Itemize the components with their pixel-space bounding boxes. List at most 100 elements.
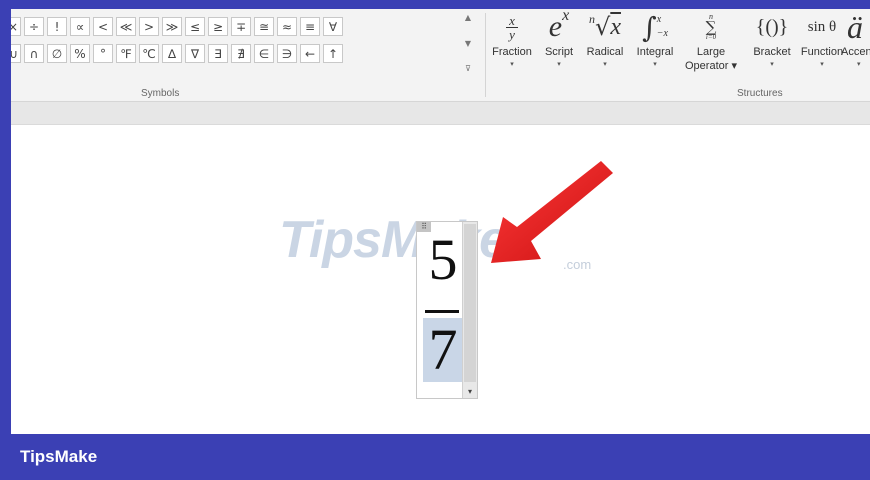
structures-group: x y Fraction ▾ ex Script ▾ n √ x Radical… [487,9,870,101]
fraction-icon-num: x [509,12,515,28]
large-operator-icon-sign: ∑ [705,18,717,36]
symbol-button[interactable]: ≤ [185,17,205,36]
fraction-denominator[interactable]: 7 [423,318,463,382]
group-divider [485,13,486,97]
integral-icon-lower: −x [656,28,668,39]
equation-box[interactable]: ⠿ 5 7 ▾ [416,221,478,399]
fraction-label: Fraction [492,46,532,58]
integral-button[interactable]: ∫ x −x Integral ▾ [631,9,679,87]
fraction-button[interactable]: x y Fraction ▾ [487,9,537,87]
chevron-down-icon: ▾ [820,60,824,68]
fraction-icon-den: y [509,26,515,42]
accent-icon-glyph: ä [847,9,863,45]
fraction-bar [425,310,459,313]
accent-icon: ä [841,9,863,45]
red-arrow-icon [491,161,613,263]
radical-icon-sign: √ [595,13,611,41]
large-operator-label: Large [696,46,726,58]
fraction-icon: x y [506,9,518,45]
script-label: Script [544,46,574,58]
script-icon-base: e [548,10,563,43]
symbol-button[interactable]: ≡ [300,17,320,36]
bracket-icon-glyph: {()} [755,15,789,38]
symbol-button[interactable]: ∪ [11,44,21,63]
symbols-gallery-scroll[interactable]: ▲ ▼ ⊽ [463,13,473,73]
symbol-button[interactable]: ∃ [208,44,228,63]
symbol-button[interactable]: ↑ [323,44,343,63]
integral-icon-sign: ∫ [642,10,657,44]
footer-bar: TipsMake [0,434,870,480]
scroll-down-icon[interactable]: ▼ [465,39,471,48]
equation-scrollbar[interactable]: ▾ [462,222,477,398]
script-button[interactable]: ex Script ▾ [539,9,579,87]
radical-icon-index: n [589,11,596,26]
function-icon-glyph: sin θ [807,18,837,35]
symbol-button[interactable]: ∩ [24,44,44,63]
symbols-row-2: ∪ ∩ ∅% ° ℉ ℃ ∆ ∇ ∃ ∄ ∈ ∋ ← ↑ [11,44,346,63]
equation-ribbon: × ÷! ∝ < ≪ > ≫ ≤ ≥ ∓ ≅ ≈ ≡ ∀ ∪ ∩ ∅% ° ℉ ℃ ∆ ∇ ∃ ∄ ∈ ∋ ← ↑ ▲ ▼ ⊽ Sy… [11,9,870,102]
function-button[interactable]: sin θ Function ▾ [797,9,847,87]
radical-label: Radical [586,46,624,58]
symbol-button[interactable]: ∀ [323,17,343,36]
accent-button[interactable]: ä Accen ▾ [841,9,870,87]
large-operator-icon-lower: i=0 [705,33,717,41]
equation-scroll-thumb[interactable] [464,224,476,382]
more-symbols-icon[interactable]: ⊽ [465,64,471,73]
footer-brand: TipsMake [20,447,98,466]
symbol-button[interactable]: % [70,44,90,63]
ruler-band [11,102,870,125]
large-operator-icon: n ∑ i=0 [706,9,717,45]
symbol-button[interactable]: ∄ [231,44,251,63]
function-icon: sin θ [808,9,836,45]
symbol-button[interactable]: ℃ [139,44,159,63]
symbol-button[interactable]: ∇ [185,44,205,63]
integral-label: Integral [636,46,674,58]
fraction-numerator[interactable]: 5 [423,228,463,292]
symbol-button[interactable]: ≅ [254,17,274,36]
large-operator-button[interactable]: n ∑ i=0 Large Operator ▾ [683,9,739,87]
symbol-button[interactable]: ∋ [277,44,297,63]
symbol-button[interactable]: ∈ [254,44,274,63]
chevron-down-icon: ▾ [557,60,561,68]
symbol-button[interactable]: ≪ [116,17,136,36]
chevron-down-icon: ▾ [653,60,657,68]
symbol-button[interactable]: ≫ [162,17,182,36]
symbol-button[interactable]: × [11,17,21,36]
scroll-up-icon[interactable]: ▲ [465,13,471,22]
script-icon: ex [549,9,569,45]
script-icon-sup: x [562,9,570,24]
symbol-button[interactable]: ≈ [277,17,297,36]
symbols-row-1: × ÷! ∝ < ≪ > ≫ ≤ ≥ ∓ ≅ ≈ ≡ ∀ [11,17,346,36]
radical-button[interactable]: n √ x Radical ▾ [581,9,629,87]
symbol-button[interactable]: < [93,17,113,36]
chevron-down-icon: ▾ [857,60,861,68]
integral-icon: ∫ x −x [642,9,668,45]
symbol-button[interactable]: ℉ [116,44,136,63]
symbol-button[interactable]: ∅ [47,44,67,63]
large-operator-label-2: Operator ▾ [685,60,737,72]
symbol-button[interactable]: > [139,17,159,36]
symbols-group: × ÷! ∝ < ≪ > ≫ ≤ ≥ ∓ ≅ ≈ ≡ ∀ ∪ ∩ ∅% ° ℉ ℃ ∆ ∇ ∃ ∄ ∈ ∋ ← ↑ ▲ ▼ ⊽ Sy… [11,9,485,101]
chevron-down-icon: ▾ [603,60,607,68]
bracket-label: Bracket [753,46,791,58]
symbol-button[interactable]: ∆ [162,44,182,63]
symbol-button[interactable]: ∓ [231,17,251,36]
radical-icon-body: x [610,13,621,40]
structures-group-label: Structures [737,88,783,99]
symbol-button[interactable]: ≥ [208,17,228,36]
chevron-down-icon: ▾ [770,60,774,68]
radical-icon: n √ x [589,9,621,45]
symbol-button[interactable]: ! [47,17,67,36]
bracket-icon: {()} [756,9,789,45]
symbol-button[interactable]: ← [300,44,320,63]
integral-icon-upper: x [656,14,662,25]
bracket-button[interactable]: {()} Bracket ▾ [749,9,795,87]
symbol-button[interactable]: ÷ [24,17,44,36]
symbol-button[interactable]: ∝ [70,17,90,36]
document-page[interactable]: TipsMake .com ⠿ 5 7 ▾ [11,125,870,434]
symbol-button[interactable]: ° [93,44,113,63]
equation-options-icon[interactable]: ▾ [463,387,477,396]
accent-label: Accen [841,46,870,58]
word-window: × ÷! ∝ < ≪ > ≫ ≤ ≥ ∓ ≅ ≈ ≡ ∀ ∪ ∩ ∅% ° ℉ ℃ ∆ ∇ ∃ ∄ ∈ ∋ ← ↑ ▲ ▼ ⊽ Sy… [11,9,870,434]
chevron-down-icon: ▾ [510,60,514,68]
